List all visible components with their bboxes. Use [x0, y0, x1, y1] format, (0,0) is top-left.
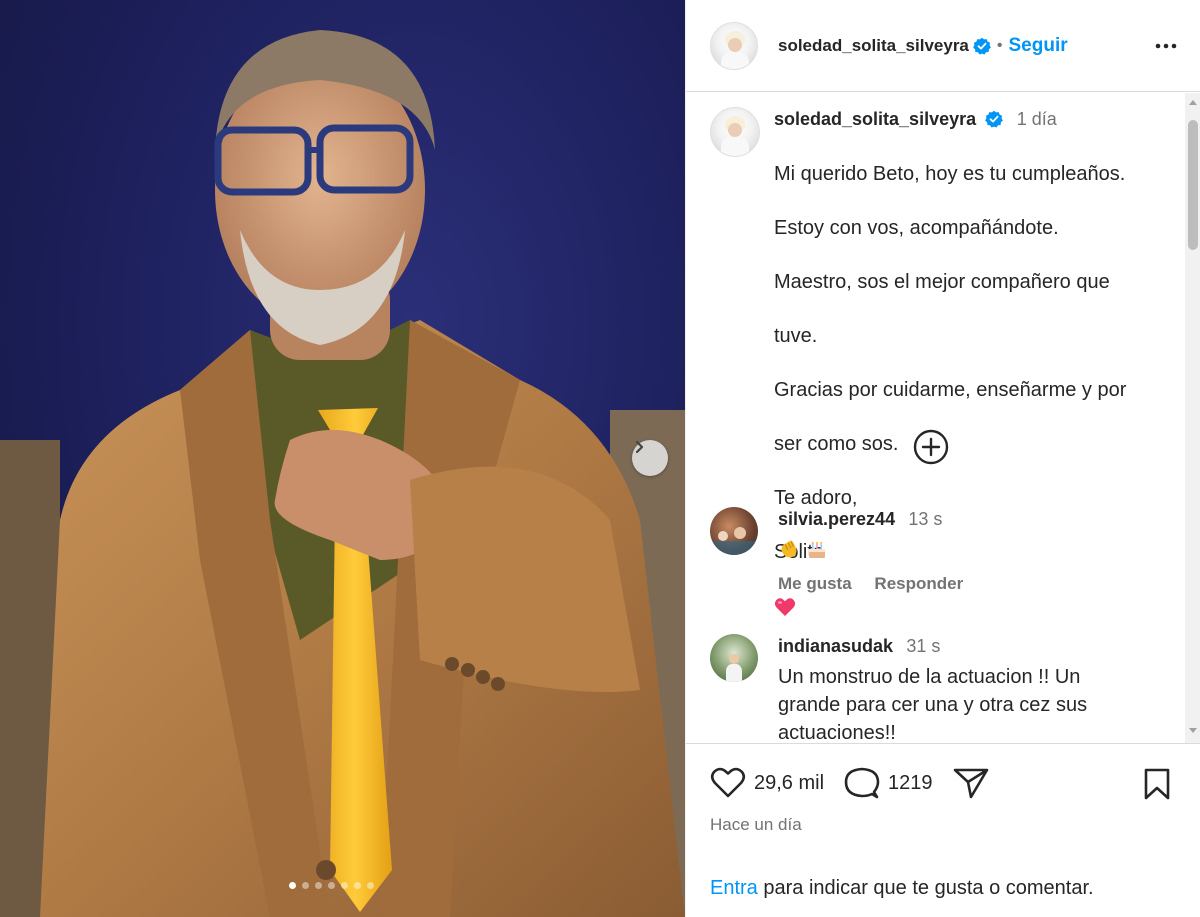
comment-time: 31 s — [906, 636, 941, 656]
heart-icon — [774, 598, 796, 616]
header-username[interactable]: soledad_solita_silveyra — [778, 36, 969, 56]
bookmark-icon — [1144, 768, 1170, 800]
carousel-dot[interactable] — [341, 882, 348, 889]
post-time: 1 día — [1016, 109, 1057, 129]
verified-badge-icon — [972, 37, 991, 54]
carousel-indicator — [289, 882, 374, 889]
avatar[interactable] — [710, 21, 758, 70]
posted-time: Hace un día — [710, 815, 802, 834]
carousel-dot[interactable] — [328, 882, 335, 889]
caption-username[interactable]: soledad_solita_silveyra — [774, 109, 976, 129]
post-photo[interactable] — [0, 0, 685, 917]
comment-like-button[interactable]: Me gusta — [778, 574, 852, 593]
share-button[interactable] — [953, 767, 989, 799]
comments-scroll-area[interactable]: soledad_solita_silveyra 1 día Mi querido… — [686, 93, 1200, 743]
post-header: soledad_solita_silveyra • Seguir — [686, 0, 1200, 92]
scroll-down-arrow-icon[interactable] — [1188, 725, 1198, 735]
comment-time: 13 s — [908, 509, 943, 529]
comment-text: Un monstruo de la actuacion !! Un grande… — [778, 666, 1088, 743]
login-prompt-text: para indicar que te gusta o comentar. — [757, 877, 1094, 899]
avatar[interactable] — [710, 107, 760, 157]
follow-button[interactable]: Seguir — [1009, 35, 1068, 57]
comment-username[interactable]: silvia.perez44 — [778, 509, 895, 529]
portrait-illustration — [0, 30, 685, 917]
login-link[interactable]: Entra — [710, 877, 758, 899]
separator-dot: • — [996, 36, 1003, 54]
heart-outline-icon — [710, 767, 746, 798]
load-more-comments-icon[interactable] — [912, 428, 950, 466]
scrollbar-thumb[interactable] — [1188, 120, 1198, 250]
clapping-hands-icon — [781, 540, 797, 558]
post-actions: 29,6 mil 1219 Hace un día Entra para ind… — [686, 743, 1200, 917]
comment-reply-button[interactable]: Responder — [874, 574, 963, 593]
carousel-dot[interactable] — [354, 882, 361, 889]
like-button[interactable] — [710, 767, 746, 799]
comment-item: indianasudak 31 s Un monstruo de la actu… — [710, 634, 1170, 743]
carousel-dot[interactable] — [367, 882, 374, 889]
comment-item: silvia.perez44 13 s Me gusta Responder — [710, 507, 1170, 594]
likes-count[interactable]: 29,6 mil — [754, 772, 824, 795]
avatar[interactable] — [710, 507, 758, 555]
chevron-right-icon — [635, 440, 644, 454]
paper-plane-icon — [953, 768, 988, 799]
login-prompt: Entra para indicar que te gusta o coment… — [710, 877, 1094, 900]
more-options-icon[interactable] — [1154, 34, 1178, 58]
comment-button[interactable] — [844, 766, 880, 800]
scroll-up-arrow-icon[interactable] — [1188, 98, 1198, 108]
carousel-dot[interactable] — [315, 882, 322, 889]
carousel-next-button[interactable] — [632, 440, 668, 476]
avatar[interactable] — [710, 634, 758, 682]
scrollbar[interactable] — [1185, 93, 1200, 743]
post-details-panel: soledad_solita_silveyra • Seguir soledad… — [685, 0, 1200, 917]
comment-username[interactable]: indianasudak — [778, 636, 893, 656]
carousel-dot[interactable] — [289, 882, 296, 889]
save-button[interactable] — [1143, 768, 1171, 805]
comment-bubble-icon — [844, 767, 880, 799]
carousel-dot[interactable] — [302, 882, 309, 889]
verified-badge-icon — [985, 110, 1004, 128]
comments-count[interactable]: 1219 — [888, 772, 933, 795]
birthday-cake-icon — [809, 542, 825, 558]
